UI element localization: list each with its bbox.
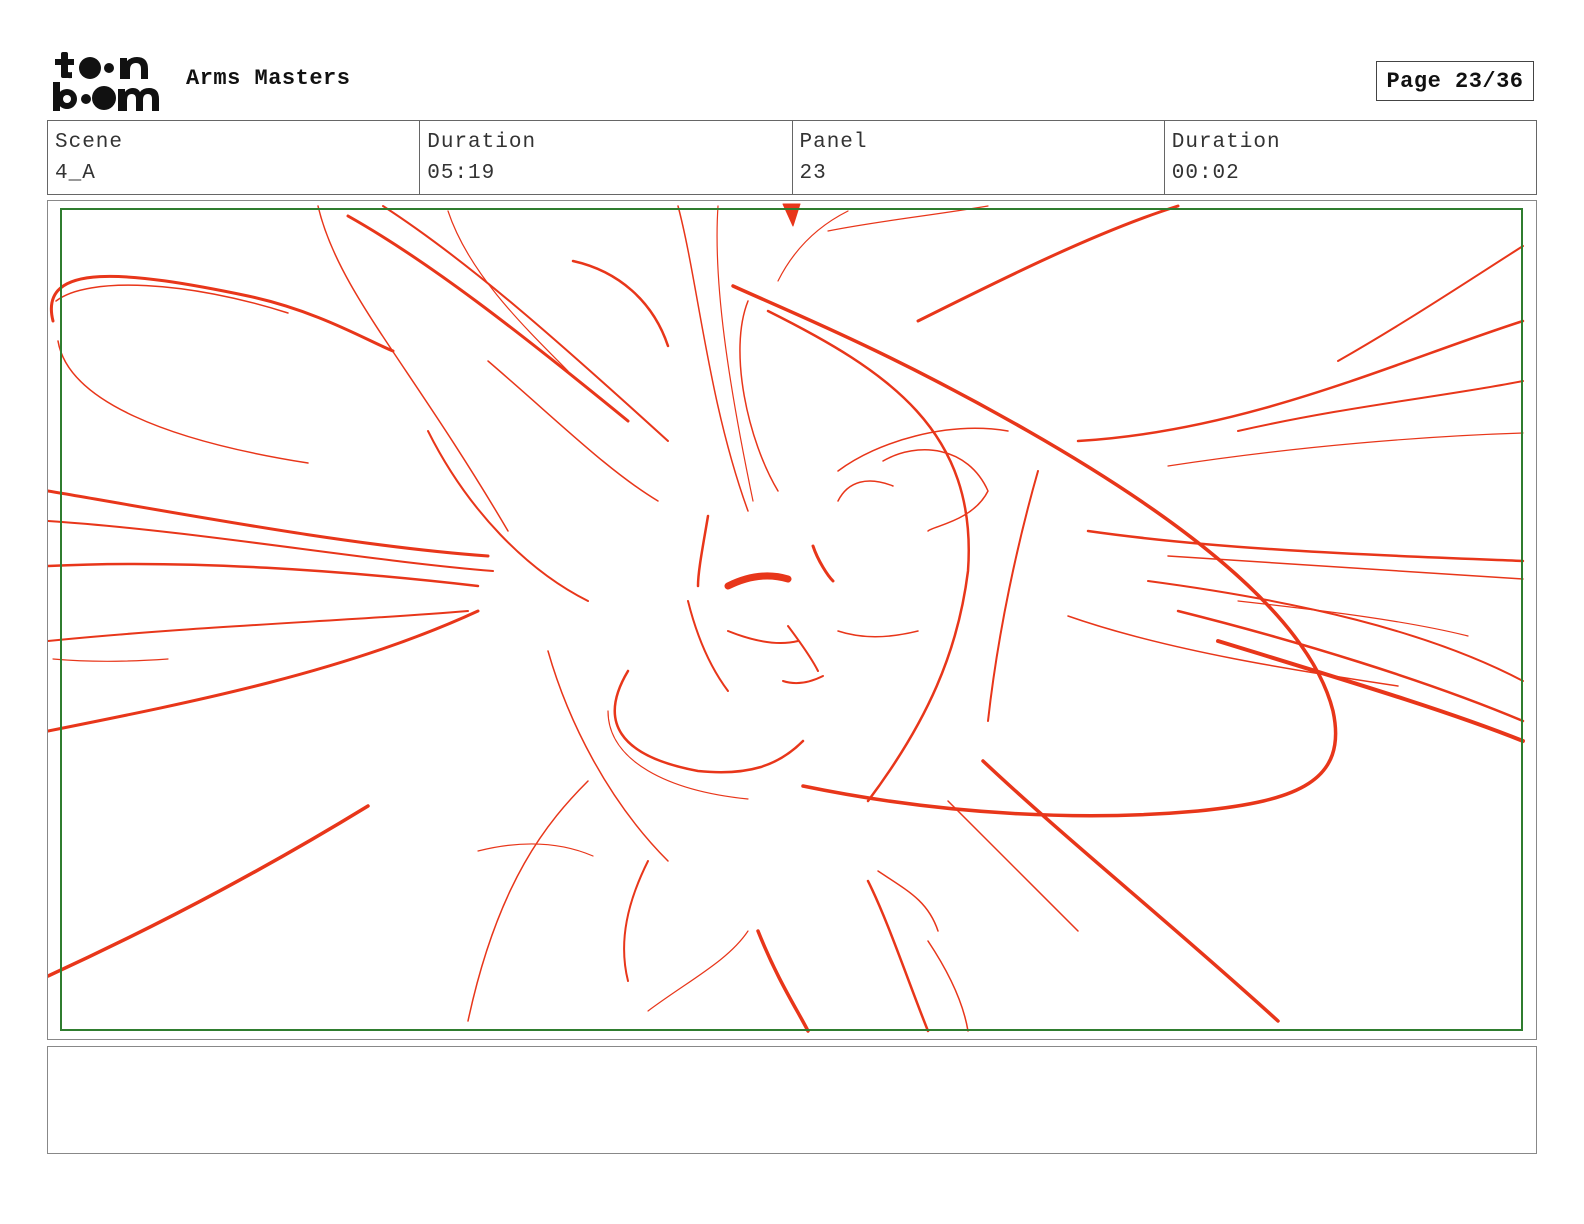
scene-duration-label: Duration: [427, 131, 537, 154]
scene-value: 4_A: [55, 162, 96, 185]
panel-label: Panel: [799, 131, 868, 154]
scene-label: Scene: [55, 131, 124, 154]
scene-cell: Scene 4_A: [48, 121, 421, 194]
scene-duration-value: 05:19: [427, 162, 496, 185]
toonboom-logo: [50, 50, 164, 112]
project-title: Arms Masters: [186, 66, 351, 91]
scene-duration-cell: Duration 05:19: [420, 121, 793, 194]
panel-value: 23: [799, 162, 827, 185]
panel-duration-cell: Duration 00:02: [1165, 121, 1536, 194]
storyboard-panel: [47, 200, 1537, 1040]
panel-info-table: Scene 4_A Duration 05:19 Panel 23 Durati…: [47, 120, 1537, 195]
panel-duration-value: 00:02: [1171, 162, 1240, 185]
page-indicator: Page 23/36: [1376, 61, 1534, 101]
panel-sketch: [48, 203, 1525, 1033]
panel-cell: Panel 23: [793, 121, 1165, 194]
panel-notes: [47, 1046, 1537, 1154]
panel-duration-label: Duration: [1171, 131, 1281, 154]
